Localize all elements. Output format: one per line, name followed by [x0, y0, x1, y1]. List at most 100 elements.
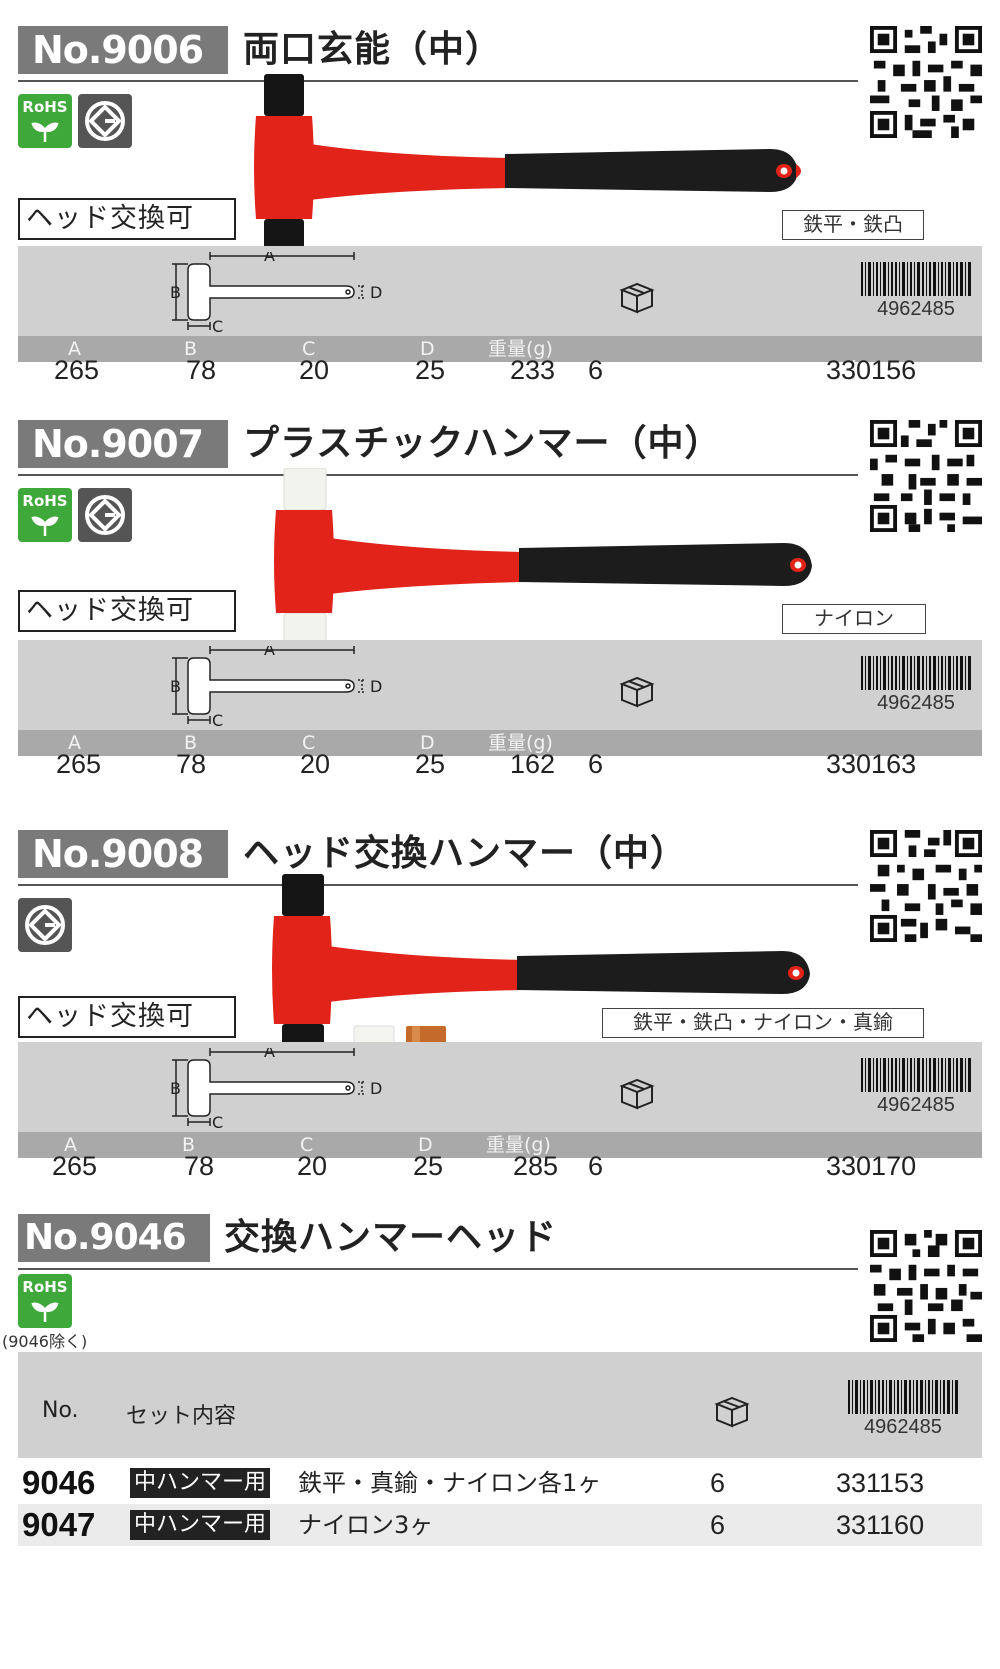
g-mark-icon — [78, 488, 132, 542]
dim-b-label: B — [170, 1079, 181, 1098]
head-material-label: 鉄平・鉄凸 — [782, 210, 924, 240]
product-title: 交換ハンマーヘッド — [224, 1217, 558, 1258]
header-contents: セット内容 — [126, 1404, 237, 1429]
value-b: 78 — [184, 1151, 215, 1181]
table-row: 9046 中ハンマー用 鉄平・真鍮・ナイロン各1ヶ 6 331153 — [18, 1462, 982, 1504]
value-weight: 285 — [513, 1151, 559, 1181]
package-box-icon — [619, 282, 655, 314]
dim-b-label: B — [170, 677, 181, 696]
rohs-icon: RoHS — [18, 1274, 72, 1328]
head-interchangeable-label: ヘッド交換可 — [18, 996, 236, 1038]
value-c: 20 — [299, 355, 330, 385]
product-title: 両口玄能（中） — [243, 29, 503, 70]
product-titlebar: No.9046～ 交換ハンマーヘッド — [18, 1214, 858, 1306]
row-code: 331160 — [836, 1510, 925, 1540]
value-pack: 6 — [588, 749, 604, 779]
product-9008: No.9008 ヘッド交換ハンマー（中） ヘッド交換可 鉄平・鉄凸・ナイロン・真… — [0, 830, 1000, 1200]
row-number: 9047 — [22, 1506, 96, 1543]
value-weight: 233 — [510, 355, 556, 385]
dim-a-label: A — [264, 1048, 275, 1061]
value-pack: 6 — [588, 355, 604, 385]
spec-values-row: 265 78 20 25 285 6 330170 — [18, 1146, 982, 1186]
package-box-icon — [619, 1078, 655, 1110]
row-quantity: 6 — [710, 1468, 726, 1498]
dim-a-label: A — [264, 252, 275, 265]
dimension-diagram: A B C D — [170, 252, 382, 332]
value-b: 78 — [186, 355, 217, 385]
row-quantity: 6 — [710, 1510, 726, 1540]
product-title: ヘッド交換ハンマー（中） — [243, 833, 688, 874]
head-material-label: 鉄平・鉄凸・ナイロン・真鍮 — [602, 1008, 924, 1038]
value-code: 330163 — [826, 749, 917, 779]
dimension-diagram: A B C D — [170, 1048, 382, 1128]
hammer-image-9007 — [274, 468, 812, 656]
rohs-icon: RoHS — [18, 488, 72, 542]
value-pack: 6 — [588, 1151, 604, 1181]
package-box-icon — [714, 1396, 750, 1428]
value-d: 25 — [415, 749, 446, 779]
qr-code-icon[interactable] — [870, 830, 982, 942]
barcode-icon: 4962485 — [861, 1058, 971, 1120]
title-divider — [18, 1268, 858, 1270]
row-tag: 中ハンマー用 — [130, 1468, 271, 1498]
value-weight: 162 — [510, 749, 556, 779]
qr-code-icon[interactable] — [870, 26, 982, 138]
value-a: 265 — [54, 355, 100, 385]
dimension-diagram: A B C D — [170, 646, 382, 726]
product-titlebar: No.9008 ヘッド交換ハンマー（中） — [18, 830, 858, 886]
value-a: 265 — [56, 749, 102, 779]
product-number: No.9046～ — [18, 1214, 210, 1306]
spec-values-row: 265 78 20 25 162 6 330163 — [18, 744, 982, 784]
product-9007: No.9007 プラスチックハンマー（中） RoHS ヘッド交換可 ナイロン A… — [0, 420, 1000, 790]
product-titlebar: No.9006 両口玄能（中） — [18, 26, 858, 82]
spec-panel: A B C D 4962485 A B C D 重量(g) — [18, 246, 982, 362]
value-a: 265 — [52, 1151, 98, 1181]
spec-panel: A B C D 4962485 A B C D 重量(g) — [18, 1042, 982, 1158]
product-number: No.9007 — [18, 420, 228, 468]
value-b: 78 — [176, 749, 207, 779]
dim-c-label: C — [212, 1113, 223, 1128]
value-d: 25 — [413, 1151, 444, 1181]
value-c: 20 — [297, 1151, 328, 1181]
g-mark-icon — [18, 898, 72, 952]
value-d: 25 — [415, 355, 446, 385]
value-code: 330170 — [826, 1151, 917, 1181]
head-interchangeable-label: ヘッド交換可 — [18, 590, 236, 632]
head-interchangeable-label: ヘッド交換可 — [18, 198, 236, 240]
barcode-prefix: 4962485 — [877, 692, 955, 714]
replacement-heads: No.9046～ 交換ハンマーヘッド RoHS (9046除く) No. セット — [0, 1214, 1000, 1669]
dim-d-label: D — [370, 1079, 382, 1098]
rohs-note: (9046除く) — [2, 1332, 88, 1351]
product-titlebar: No.9007 プラスチックハンマー（中） — [18, 420, 858, 476]
barcode-icon: 4962485 — [848, 1380, 958, 1442]
dim-d-label: D — [370, 677, 382, 696]
barcode-prefix: 4962485 — [877, 1094, 955, 1116]
row-tag: 中ハンマー用 — [130, 1510, 271, 1540]
dim-a-label: A — [264, 646, 275, 659]
dim-c-label: C — [212, 711, 223, 726]
row-code: 331153 — [836, 1468, 925, 1498]
product-9006: No.9006 両口玄能（中） RoHS ヘッド交換可 鉄平・鉄凸 A B C … — [0, 26, 1000, 396]
row-number: 9046 — [22, 1464, 96, 1501]
row-description: 鉄平・真鍮・ナイロン各1ヶ — [298, 1469, 602, 1497]
hammer-image-9008 — [272, 874, 810, 1066]
spec-values-row: 265 78 20 25 233 6 330156 — [18, 350, 982, 390]
product-title: プラスチックハンマー（中） — [243, 423, 722, 464]
rohs-icon: RoHS — [18, 94, 72, 148]
barcode-icon: 4962485 — [861, 656, 971, 718]
barcode-prefix: 4962485 — [864, 1416, 942, 1438]
barcode-icon: 4962485 — [861, 262, 971, 324]
product-number: No.9008 — [18, 830, 228, 878]
product-number: No.9006 — [18, 26, 228, 74]
head-material-label: ナイロン — [782, 604, 926, 634]
row-description: ナイロン3ヶ — [298, 1511, 434, 1539]
value-c: 20 — [300, 749, 331, 779]
g-mark-icon — [78, 94, 132, 148]
header-no: No. — [42, 1398, 79, 1423]
dim-c-label: C — [212, 317, 223, 332]
qr-code-icon[interactable] — [870, 420, 982, 532]
value-code: 330156 — [826, 355, 917, 385]
qr-code-icon[interactable] — [870, 1230, 982, 1342]
spec-panel: A B C D 4962485 A B C D 重量(g) — [18, 640, 982, 756]
barcode-prefix: 4962485 — [877, 298, 955, 320]
